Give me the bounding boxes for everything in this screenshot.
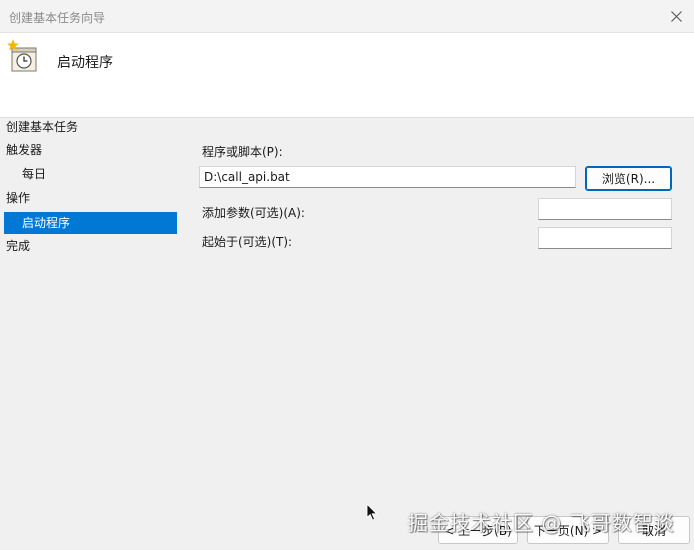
sidebar-item-daily[interactable]: 每日 <box>22 163 46 185</box>
sidebar-item-finish[interactable]: 完成 <box>6 235 30 257</box>
close-button[interactable] <box>658 0 694 33</box>
sidebar-item-action[interactable]: 操作 <box>6 187 30 209</box>
start-in-input[interactable] <box>538 227 672 249</box>
title-bar: 创建基本任务向导 <box>0 0 694 33</box>
close-icon <box>670 11 682 22</box>
program-label: 程序或脚本(P): <box>202 145 283 159</box>
sidebar-item-trigger[interactable]: 触发器 <box>6 139 42 161</box>
sidebar-item-create-basic-task[interactable]: 创建基本任务 <box>6 116 78 138</box>
wizard-steps-sidebar: 创建基本任务 触发器 每日 操作 启动程序 完成 <box>0 118 180 498</box>
scheduled-task-icon <box>7 39 37 72</box>
browse-button[interactable]: 浏览(R)... <box>585 166 672 191</box>
start-in-label: 起始于(可选)(T): <box>202 235 293 249</box>
watermark: 掘金技术社区 @ 飞哥数智谈 <box>408 511 675 535</box>
header-banner: 启动程序 <box>0 33 694 118</box>
program-input[interactable] <box>199 166 576 188</box>
arguments-label: 添加参数(可选)(A): <box>202 206 305 220</box>
page-title: 启动程序 <box>57 55 113 71</box>
arguments-input[interactable] <box>538 198 672 220</box>
sidebar-item-start-program[interactable]: 启动程序 <box>4 212 177 234</box>
window-title: 创建基本任务向导 <box>9 11 106 25</box>
mouse-cursor-icon <box>366 503 378 521</box>
